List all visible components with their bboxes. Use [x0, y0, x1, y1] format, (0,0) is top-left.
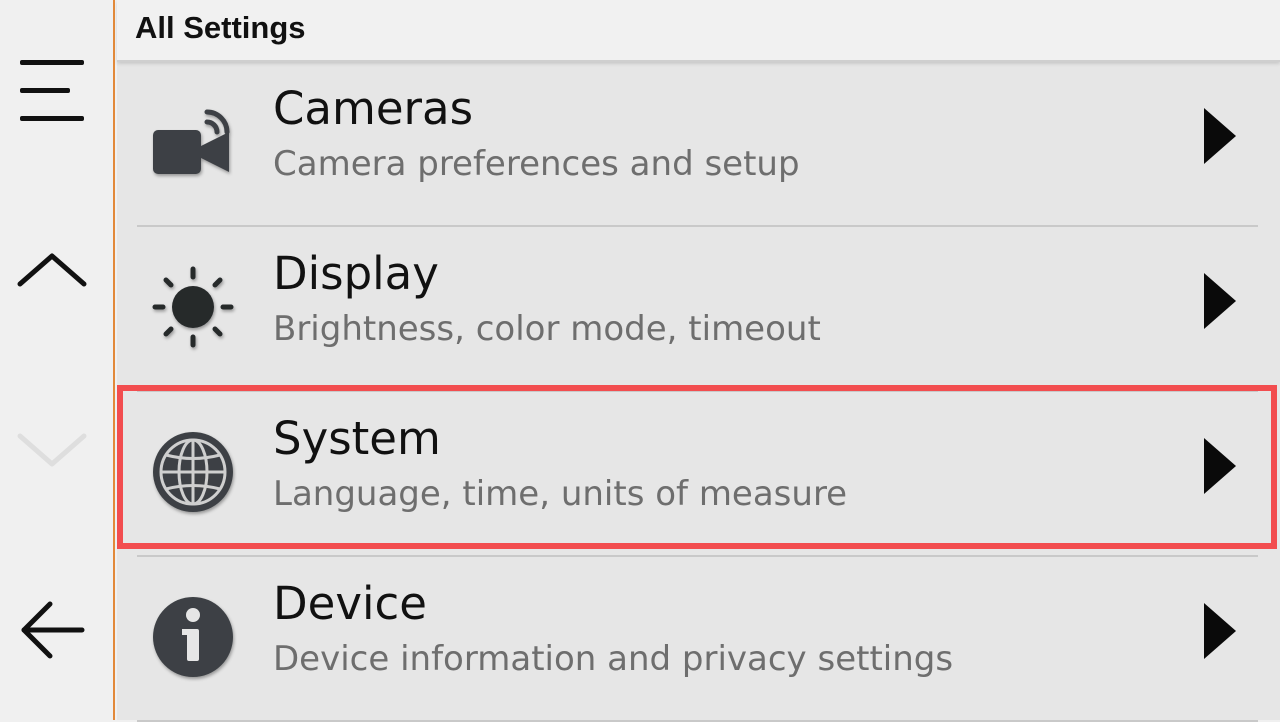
chevron-right-icon: [1200, 271, 1240, 331]
page-title: All Settings: [135, 10, 306, 46]
chevron-right-icon: [1200, 436, 1240, 496]
settings-item-title: Cameras: [273, 82, 473, 135]
menu-button[interactable]: [12, 50, 92, 130]
hamburger-menu-icon: [16, 54, 88, 126]
sun-icon: [147, 257, 243, 353]
chevron-down-icon: [16, 430, 88, 470]
scroll-up-button[interactable]: [12, 230, 92, 310]
scroll-down-button[interactable]: [12, 410, 92, 490]
arrow-left-icon: [16, 594, 88, 666]
back-button[interactable]: [12, 590, 92, 670]
chevron-right-icon: [1200, 106, 1240, 166]
settings-item-subtitle: Language, time, units of measure: [273, 474, 847, 514]
page-header: All Settings: [117, 0, 1280, 62]
settings-item-title: Display: [273, 247, 439, 300]
info-icon: [147, 587, 243, 683]
settings-item-subtitle: Brightness, color mode, timeout: [273, 309, 821, 349]
settings-item-subtitle: Device information and privacy settings: [273, 639, 953, 679]
settings-item-display[interactable]: Display Brightness, color mode, timeout: [117, 227, 1280, 392]
globe-icon: [147, 422, 243, 518]
settings-item-device[interactable]: Device Device information and privacy se…: [117, 557, 1280, 722]
chevron-up-icon: [16, 250, 88, 290]
settings-item-cameras[interactable]: Cameras Camera preferences and setup: [117, 62, 1280, 227]
settings-item-title: Device: [273, 577, 427, 630]
side-navigation: [0, 0, 115, 720]
settings-list: Cameras Camera preferences and setup: [117, 62, 1280, 720]
chevron-right-icon: [1200, 601, 1240, 661]
camera-icon: [147, 92, 243, 188]
settings-item-system[interactable]: System Language, time, units of measure: [117, 392, 1280, 557]
settings-item-subtitle: Camera preferences and setup: [273, 144, 800, 184]
settings-item-title: System: [273, 412, 441, 465]
